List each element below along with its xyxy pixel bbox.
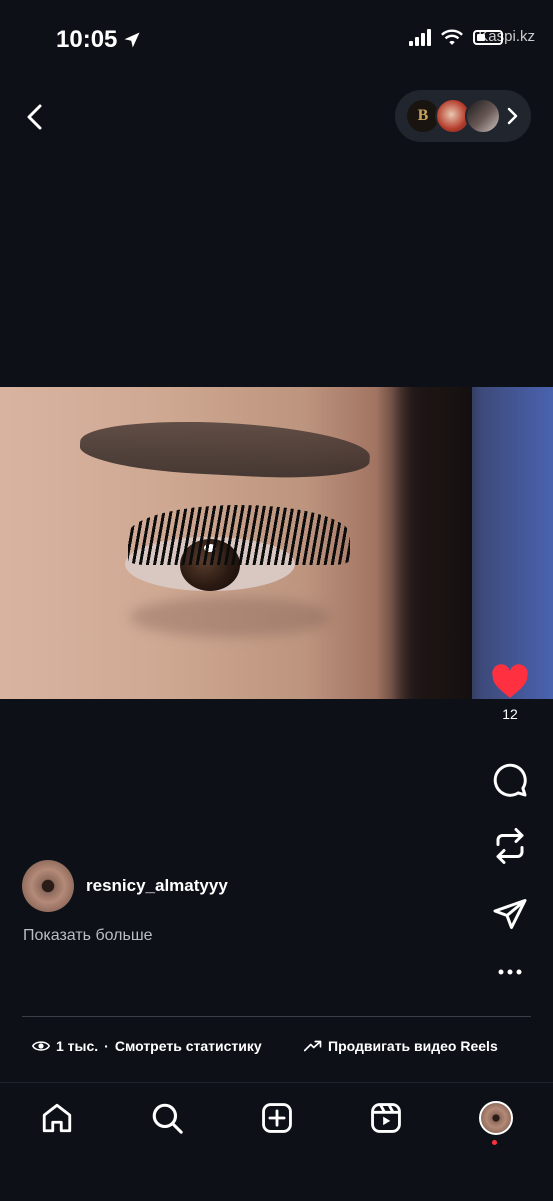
view-stats-link[interactable]: 1 тыс. · Смотреть статистику [32,1038,262,1054]
promote-reel-button[interactable]: Продвигать видео Reels [304,1038,498,1054]
trending-up-icon [304,1040,322,1052]
chevron-left-icon [27,104,42,130]
eye-icon [32,1041,50,1051]
create-icon [262,1103,292,1133]
send-icon [493,899,527,929]
divider [22,1016,531,1017]
profile-avatar [479,1101,513,1135]
video-lashes [128,505,350,565]
show-more-link[interactable]: Показать больше [23,927,153,945]
author-avatar[interactable] [22,860,74,912]
nav-home[interactable] [37,1098,77,1138]
back-button[interactable] [18,100,52,134]
more-options-button[interactable] [490,966,530,978]
location-arrow-icon [124,32,140,48]
nav-profile[interactable] [476,1098,516,1138]
video-eye-shadow [130,597,330,637]
views-count: 1 тыс. [56,1038,99,1054]
repost-icon [496,828,524,864]
repost-button[interactable] [490,826,530,866]
like-count: 12 [502,706,518,722]
separator-dot: · [104,1038,109,1054]
chevron-right-icon [507,107,518,125]
cellular-signal-icon [409,28,431,46]
heart-icon [492,664,528,698]
home-icon [42,1103,72,1133]
author-username[interactable]: resnicy_almatyyy [86,876,228,896]
notification-dot [492,1140,497,1145]
share-button[interactable] [490,896,530,932]
wifi-icon [441,29,463,45]
nav-search[interactable] [147,1098,187,1138]
related-accounts-pill[interactable]: B [395,90,531,142]
video-hair [392,387,472,699]
stats-link-label: Смотреть статистику [114,1038,262,1054]
like-button[interactable]: 12 [490,664,530,722]
time-text: 10:05 [56,26,118,53]
search-icon [152,1103,183,1134]
reels-icon [371,1103,401,1133]
watermark: Kaspi.kz [478,28,535,45]
status-time: 10:05 [56,26,141,54]
reel-video[interactable] [0,387,553,699]
promote-label: Продвигать видео Reels [328,1038,498,1054]
related-avatar-3 [465,98,501,134]
comment-icon [493,763,527,797]
more-icon [498,969,522,975]
video-eyebrow [78,415,372,483]
nav-create[interactable] [257,1098,297,1138]
nav-reels[interactable] [366,1098,406,1138]
comment-button[interactable] [490,762,530,798]
